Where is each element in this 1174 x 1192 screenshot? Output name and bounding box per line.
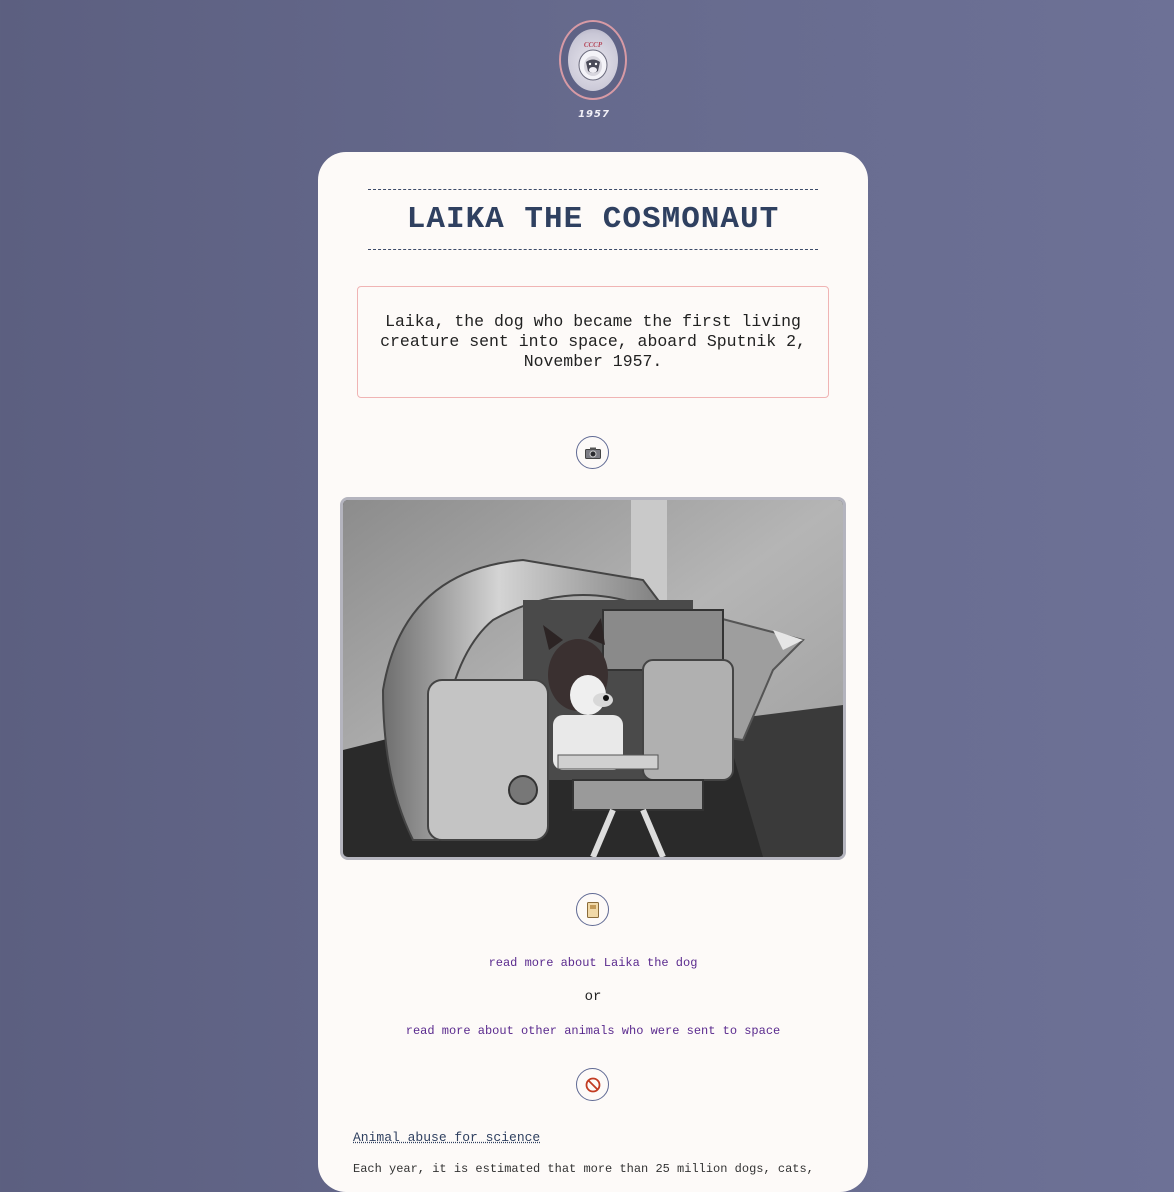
badge-cccp-text: CCCP xyxy=(584,41,603,49)
space-animals-link[interactable]: read more about other animals who were s… xyxy=(318,1024,868,1038)
cccp-dog-badge: CCCP xyxy=(559,20,627,100)
section-heading: Animal abuse for science xyxy=(353,1130,540,1145)
title-banner: LAIKA THE COSMONAUT xyxy=(368,189,818,250)
laika-link[interactable]: read more about Laika the dog xyxy=(318,956,868,970)
badge-year: 1957 xyxy=(564,109,624,120)
section-body-text: Each year, it is estimated that more tha… xyxy=(353,1162,833,1176)
dog-helmet-image: CCCP xyxy=(568,29,618,91)
no-entry-icon xyxy=(576,1068,609,1101)
content-card: LAIKA THE COSMONAUT Laika, the dog who b… xyxy=(318,152,868,1192)
camera-icon xyxy=(576,436,609,469)
laika-sputnik-photo xyxy=(340,497,846,860)
intro-box: Laika, the dog who became the first livi… xyxy=(357,286,829,398)
or-separator: or xyxy=(318,989,868,1005)
book-icon xyxy=(576,893,609,926)
page-title: LAIKA THE COSMONAUT xyxy=(407,202,779,237)
intro-text: Laika, the dog who became the first livi… xyxy=(366,312,820,372)
